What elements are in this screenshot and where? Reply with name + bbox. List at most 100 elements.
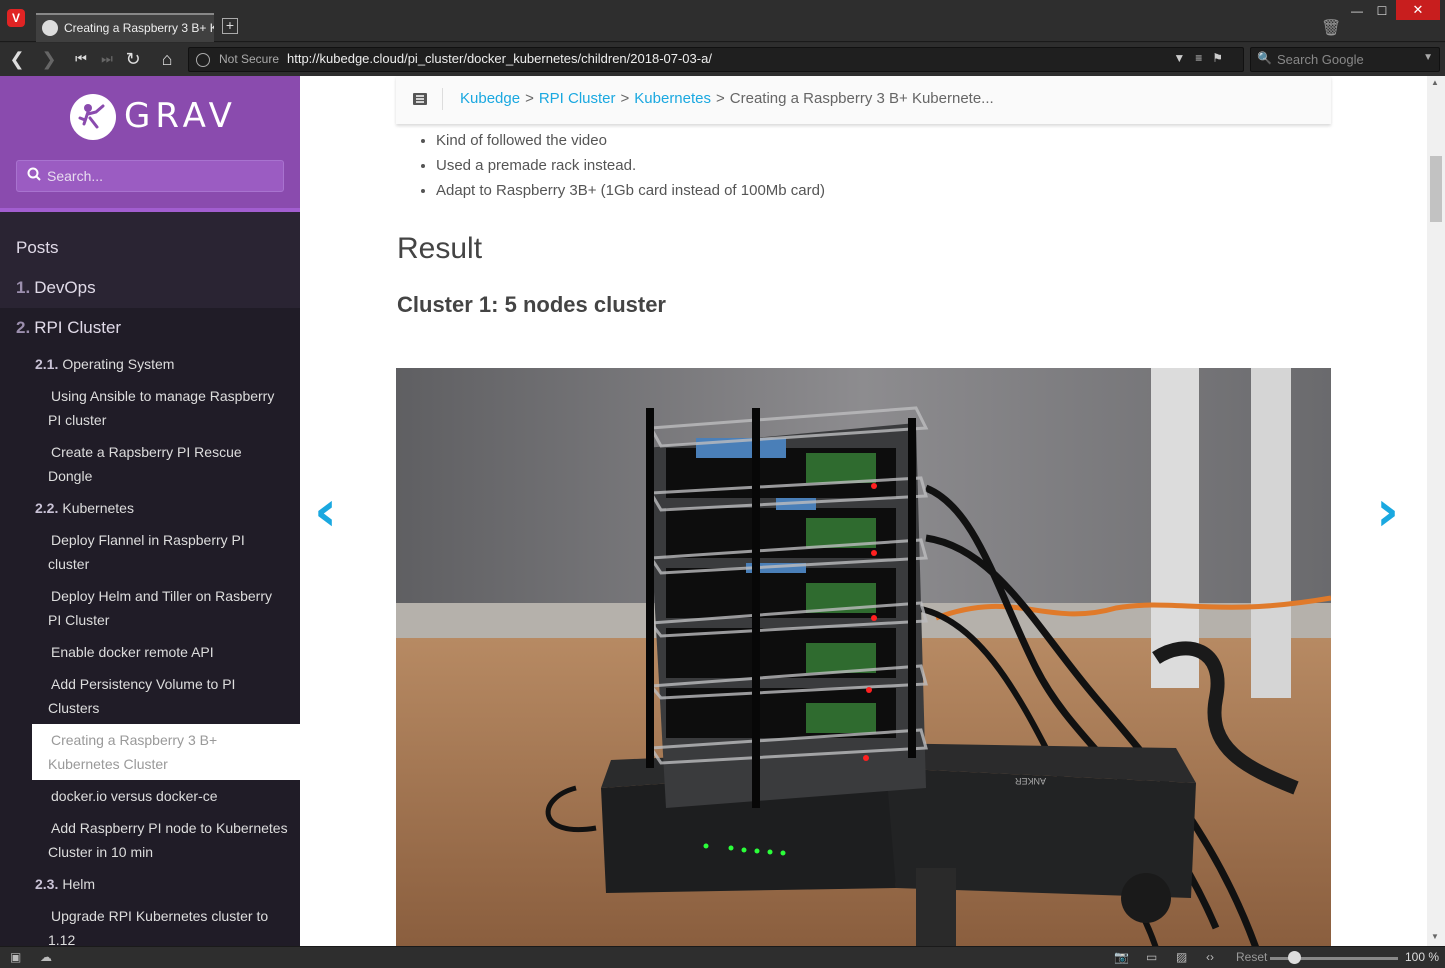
tiling-icon[interactable]: ▭: [1146, 950, 1157, 964]
list-item: Kind of followed the video: [436, 128, 825, 153]
security-label: Not Secure: [219, 52, 280, 66]
nav-item-number: 2.3.: [35, 876, 59, 892]
search-engine-dropdown-icon[interactable]: ▼: [1423, 52, 1433, 63]
new-tab-button[interactable]: +: [222, 18, 238, 34]
nav-page-upgrade-kubernetes[interactable]: Upgrade RPI Kubernetes cluster to 1.12: [32, 904, 300, 946]
main-content: Kubedge > RPI Cluster > Kubernetes > Creating …: [300, 76, 1427, 946]
minimize-button[interactable]: —: [1346, 4, 1368, 18]
anker-label: ANKER: [1014, 776, 1046, 786]
cluster-heading-bold: Cluster 1: [397, 292, 492, 317]
nav-item-label: RPI Cluster: [34, 318, 122, 337]
nav-page-docker-io-vs-ce[interactable]: docker.io versus docker-ce: [32, 784, 300, 808]
home-icon[interactable]: ⌂: [156, 49, 178, 69]
cluster-photo: ANKER: [396, 368, 1331, 946]
breadcrumb-link-rpi-cluster[interactable]: RPI Cluster: [539, 90, 616, 107]
breadcrumb-bar: Kubedge > RPI Cluster > Kubernetes > Creating …: [396, 76, 1331, 124]
dropdown-icon[interactable]: ▼: [1173, 51, 1195, 65]
breadcrumb-separator: >: [525, 90, 534, 107]
list-item: Used a premade rack instead.: [436, 153, 825, 178]
search-engine-icon[interactable]: 🔍: [1257, 51, 1272, 65]
fast-forward-icon[interactable]: ⏭: [96, 49, 118, 69]
forward-icon[interactable]: ❯: [38, 49, 60, 69]
nav-item-label: DevOps: [34, 278, 96, 297]
grav-logo-text[interactable]: GRAV: [124, 96, 237, 136]
address-bar-tools: ▼≡⚑: [1173, 51, 1233, 65]
sidebar-search-box[interactable]: [16, 160, 284, 192]
sidebar-header: GRAV: [0, 76, 300, 212]
breadcrumb-link-kubedge[interactable]: Kubedge: [460, 90, 520, 107]
images-icon[interactable]: ▨: [1176, 950, 1187, 964]
nav-item-label: Posts: [16, 238, 59, 257]
zoom-level: 100 %: [1405, 950, 1440, 964]
tab-favicon-icon: [42, 20, 58, 36]
capture-icon[interactable]: 📷: [1114, 950, 1129, 964]
nav-item-number: 2.: [16, 318, 31, 337]
cluster-heading: Cluster 1: 5 nodes cluster: [397, 292, 666, 318]
nav-page-helm-tiller[interactable]: Deploy Helm and Tiller on Rasberry PI Cl…: [32, 584, 300, 632]
nav-item-devops[interactable]: 1. DevOps: [0, 268, 300, 308]
panel-toggle-icon[interactable]: ▣: [10, 950, 21, 964]
reader-view-icon[interactable]: ≡: [1195, 51, 1212, 65]
maximize-button[interactable]: ☐: [1371, 4, 1393, 18]
cluster-heading-rest: : 5 nodes cluster: [491, 292, 666, 317]
notes-list: Kind of followed the video Used a premad…: [436, 128, 825, 203]
sidebar-search-input[interactable]: [47, 161, 277, 191]
list-item: Adapt to Raspberry 3B+ (1Gb card instead…: [436, 178, 825, 203]
zoom-reset-button[interactable]: Reset: [1236, 950, 1267, 964]
reload-icon[interactable]: ↻: [122, 49, 144, 69]
nav-item-posts[interactable]: Posts: [0, 228, 300, 268]
bookmark-icon[interactable]: ⚑: [1212, 51, 1233, 65]
nav-page-add-rpi-node[interactable]: Add Raspberry PI node to Kubernetes Clus…: [32, 816, 300, 864]
nav-item-helm[interactable]: 2.3. Helm: [0, 872, 300, 896]
rewind-icon[interactable]: ⏮: [70, 49, 92, 69]
cluster-photo-illustration: ANKER: [396, 368, 1331, 946]
address-bar[interactable]: Not Secure http://kubedge.cloud/pi_clust…: [188, 47, 1244, 72]
nav-page-ansible[interactable]: Using Ansible to manage Raspberry PI clu…: [32, 384, 300, 432]
back-icon[interactable]: ❮: [6, 49, 28, 69]
breadcrumb: Kubedge > RPI Cluster > Kubernetes > Creating …: [460, 90, 994, 107]
nav-item-operating-system[interactable]: 2.1. Operating System: [0, 352, 300, 376]
nav-item-rpi-cluster[interactable]: 2. RPI Cluster: [0, 308, 300, 348]
url-text[interactable]: http://kubedge.cloud/pi_cluster/docker_k…: [287, 51, 712, 66]
site-info-icon[interactable]: [196, 53, 210, 67]
nav-page-creating-raspberry-cluster-active[interactable]: Creating a Raspberry 3 B+ Kubernetes Clu…: [32, 724, 300, 780]
zoom-slider-handle[interactable]: [1288, 951, 1301, 964]
browser-titlebar: V Creating a Raspberry 3 B+ K + 🗑 — ☐ ✕: [0, 0, 1445, 42]
breadcrumb-current: Creating a Raspberry 3 B+ Kubernete...: [729, 90, 994, 107]
breadcrumb-link-kubernetes[interactable]: Kubernetes: [634, 90, 711, 107]
close-window-button[interactable]: ✕: [1396, 0, 1440, 20]
vivaldi-menu-icon[interactable]: V: [7, 9, 25, 27]
sync-cloud-icon[interactable]: ☁: [40, 950, 52, 964]
nav-item-number: 1.: [16, 278, 31, 297]
nav-item-label: Operating System: [62, 356, 175, 372]
divider: [442, 88, 443, 110]
search-placeholder: Search Google: [1277, 52, 1364, 67]
table-of-contents-icon[interactable]: [413, 92, 427, 108]
sidebar-rpi-cluster-section: 2. RPI Cluster 2.1. Operating System Using…: [0, 308, 300, 946]
next-page-arrow-icon[interactable]: ›: [1376, 484, 1399, 540]
nav-page-persistency-volume[interactable]: Add Persistency Volume to PI Clusters: [32, 672, 300, 720]
previous-page-arrow-icon[interactable]: ‹: [314, 484, 337, 540]
result-heading: Result: [397, 232, 483, 265]
search-icon: [27, 167, 41, 184]
nav-page-flannel[interactable]: Deploy Flannel in Raspberry PI cluster: [32, 528, 300, 576]
page-scrollbar[interactable]: ▲ ▼: [1427, 76, 1445, 946]
nav-item-kubernetes[interactable]: 2.2. Kubernetes: [0, 496, 300, 520]
scroll-down-icon[interactable]: ▼: [1431, 932, 1439, 941]
browser-navbar: ❮ ❯ ⏮ ⏭ ↻ ⌂ Not Secure http://kubedge.cl…: [0, 43, 1445, 76]
browser-tab[interactable]: Creating a Raspberry 3 B+ K: [36, 13, 214, 42]
search-box[interactable]: 🔍 Search Google ▼: [1250, 47, 1440, 72]
browser-statusbar: ▣ ☁ 📷 ▭ ▨ ‹› Reset 100 %: [0, 946, 1445, 968]
nav-item-number: 2.2.: [35, 500, 59, 516]
breadcrumb-separator: >: [620, 90, 630, 107]
nav-item-label: Kubernetes: [62, 500, 134, 516]
nav-item-number: 2.1.: [35, 356, 59, 372]
sidebar: GRAV Posts 1.DevOps 2.RPI Cluster 2.1.Op…: [0, 76, 300, 946]
scroll-up-icon[interactable]: ▲: [1431, 78, 1439, 87]
scrollbar-thumb[interactable]: [1430, 156, 1442, 222]
trash-icon[interactable]: 🗑: [1321, 18, 1341, 38]
nav-page-rescue-dongle[interactable]: Create a Rapsberry PI Rescue Dongle: [32, 440, 300, 488]
nav-page-docker-remote-api[interactable]: Enable docker remote API: [32, 640, 300, 664]
page-actions-icon[interactable]: ‹›: [1206, 950, 1214, 964]
grav-logo-icon[interactable]: [70, 94, 116, 140]
